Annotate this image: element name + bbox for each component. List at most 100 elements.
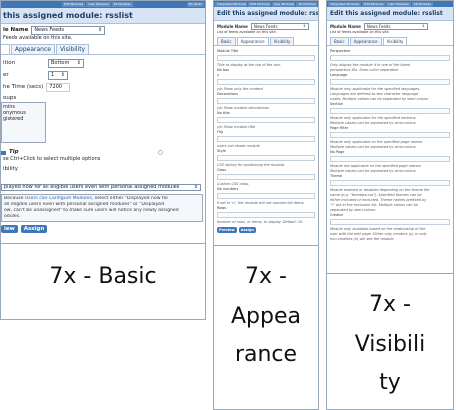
field-input[interactable] bbox=[217, 79, 315, 85]
field-input[interactable] bbox=[330, 132, 450, 138]
field-input[interactable] bbox=[330, 156, 450, 162]
tab-appearance[interactable]: Appearance bbox=[236, 37, 269, 45]
module-name-select[interactable]: News Feeds ⇕ bbox=[363, 23, 428, 30]
tabbar-edit-modules[interactable]: Edit Modules bbox=[362, 1, 386, 7]
field-input[interactable] bbox=[330, 108, 450, 114]
field-label: Page Filter bbox=[330, 126, 349, 130]
admin-tabbar: Edit Modules User Modules All Modules My… bbox=[1, 1, 205, 8]
module-tabs: Basic Appearance Visibility bbox=[214, 35, 318, 46]
field-input[interactable] bbox=[217, 155, 315, 161]
assign-button[interactable]: Assign bbox=[238, 227, 256, 233]
note-box: Because Users can Configure Modules, sel… bbox=[1, 194, 203, 222]
tabbar-user-modules[interactable]: User Modules bbox=[86, 2, 111, 7]
module-description: Feeds available on this site. bbox=[3, 35, 73, 41]
field-label: Class bbox=[217, 168, 227, 172]
field-input[interactable] bbox=[330, 180, 450, 186]
tab-appearance[interactable]: Appearance bbox=[349, 37, 382, 45]
module-name-select[interactable]: News Feeds ⇕ bbox=[250, 23, 309, 30]
field-input[interactable] bbox=[217, 117, 315, 123]
assign-button[interactable]: Assign bbox=[20, 225, 48, 233]
tab-basic[interactable]: Basic bbox=[330, 37, 349, 45]
configure-modules-link[interactable]: Users can Configure Modules bbox=[25, 196, 92, 201]
tabbar-edit-modules[interactable]: Edit Modules bbox=[248, 1, 271, 7]
chevron-down-icon: ⇕ bbox=[302, 24, 306, 28]
tabbar-integrated-modules[interactable]: Integrated Modules bbox=[215, 1, 248, 7]
visibility-fields: Perspective Only display the module if in… bbox=[327, 46, 453, 242]
page-title: this assigned module: rsslist bbox=[1, 8, 205, 24]
field-help-text: If set to 'n', the module will not numbe… bbox=[217, 201, 305, 205]
order-row: er 1 ⇕ bbox=[1, 68, 205, 80]
position-value: Bottom bbox=[51, 60, 70, 66]
position-label: ition bbox=[3, 60, 16, 66]
module-tabs: Basic Appearance Visibility bbox=[327, 35, 453, 46]
module-name-label: Module Name bbox=[217, 23, 248, 29]
preview-button[interactable]: Preview bbox=[217, 227, 237, 233]
tab-visibility[interactable]: Visibility bbox=[55, 44, 90, 54]
field-label: Creator bbox=[330, 213, 344, 217]
preview-button[interactable]: iew bbox=[1, 225, 18, 233]
groups-list[interactable]: mins onymous gistered bbox=[1, 102, 46, 143]
order-select[interactable]: 1 ⇕ bbox=[48, 71, 68, 80]
module-name-label: le Name bbox=[3, 27, 29, 33]
basic-tab-panel: Edit Modules User Modules All Modules My… bbox=[0, 0, 206, 320]
position-select[interactable]: Bottom ⇕ bbox=[48, 59, 84, 68]
tabbar-all-modules[interactable]: All Modules bbox=[111, 2, 133, 7]
tabbar-all-modules[interactable]: All Modules bbox=[296, 1, 317, 7]
module-tabs: Appearance Visibility bbox=[1, 42, 205, 55]
field-label: Section bbox=[330, 102, 344, 106]
module-name-select[interactable]: News Feeds ⇕ bbox=[31, 26, 106, 35]
basic-screenshot: Edit Modules User Modules All Modules My… bbox=[1, 1, 205, 244]
field-label: No numbers bbox=[217, 187, 239, 191]
field-input[interactable] bbox=[217, 55, 315, 61]
appearance-tab-panel: Integrated Modules Edit Modules User Mod… bbox=[213, 0, 319, 410]
field-label: Flip bbox=[217, 130, 224, 134]
module-name-value: News Feeds bbox=[34, 27, 64, 33]
tabbar-user-modules[interactable]: User Modules bbox=[271, 1, 296, 7]
panel-caption: 7x - Basic bbox=[49, 264, 157, 289]
tab-basic[interactable] bbox=[1, 44, 10, 54]
field-input[interactable] bbox=[217, 174, 315, 180]
tip-row: Tip ○ bbox=[1, 143, 205, 156]
module-name-value: News Feeds bbox=[366, 24, 391, 29]
field-input[interactable] bbox=[217, 212, 315, 218]
module-name-label: Module Name bbox=[330, 23, 361, 29]
field-input[interactable] bbox=[330, 79, 450, 85]
module-name-row: le Name News Feeds ⇕ bbox=[1, 24, 205, 35]
page-title: Edit this assigned module: rsslist bbox=[214, 7, 318, 21]
tab-basic[interactable]: Basic bbox=[217, 37, 236, 45]
tab-appearance[interactable]: Appearance bbox=[10, 44, 55, 54]
panel-caption-line-1: 7x - bbox=[369, 292, 411, 317]
chevron-down-icon: ⇕ bbox=[60, 72, 65, 78]
tabbar-edit-modules[interactable]: Edit Modules bbox=[62, 2, 86, 7]
tab-visibility[interactable]: Visibility bbox=[382, 37, 408, 45]
field-input[interactable] bbox=[330, 219, 450, 225]
field-input[interactable] bbox=[217, 193, 315, 199]
visibility-value: played now for all eligible users even w… bbox=[4, 184, 180, 190]
field-input[interactable] bbox=[217, 136, 315, 142]
field-input[interactable] bbox=[330, 55, 450, 61]
cache-input[interactable]: 7200 bbox=[46, 83, 71, 92]
field-input[interactable] bbox=[217, 98, 315, 104]
chevron-down-icon: ⇕ bbox=[76, 60, 81, 66]
panel-caption-line-1: 7x - bbox=[245, 264, 287, 289]
tabbar-user-modules[interactable]: User Modules bbox=[386, 1, 411, 7]
tabbar-all-modules[interactable]: All Modules bbox=[411, 1, 433, 7]
field-label: No Page bbox=[330, 150, 345, 154]
note-line-5: odules. bbox=[4, 214, 21, 219]
note-text-2: , select either "Displayed now for bbox=[91, 196, 169, 201]
visibility-select[interactable]: played now for all eligible users even w… bbox=[1, 184, 201, 191]
tip-icon bbox=[1, 150, 6, 155]
groups-label: oups bbox=[3, 95, 17, 101]
field-label: Perspective bbox=[330, 49, 351, 53]
panel-caption-line-2: Appea bbox=[231, 304, 301, 329]
module-name-row: Module Name News Feeds ⇕ bbox=[327, 21, 453, 30]
action-buttons: iew Assign bbox=[1, 222, 205, 233]
tabbar-my-tasks[interactable]: My Tasks bbox=[186, 2, 204, 7]
tabbar-integrated-modules[interactable]: Integrated Modules bbox=[328, 1, 362, 7]
list-item[interactable]: gistered bbox=[3, 116, 45, 122]
field-label: Rows bbox=[217, 206, 227, 210]
close-icon[interactable]: ○ bbox=[158, 149, 163, 156]
field-help-text: Number of rows, or items, to display. De… bbox=[217, 220, 304, 224]
tab-visibility[interactable]: Visibility bbox=[269, 37, 295, 45]
field-help-text: non-creators (n) will see the module. bbox=[330, 237, 395, 241]
